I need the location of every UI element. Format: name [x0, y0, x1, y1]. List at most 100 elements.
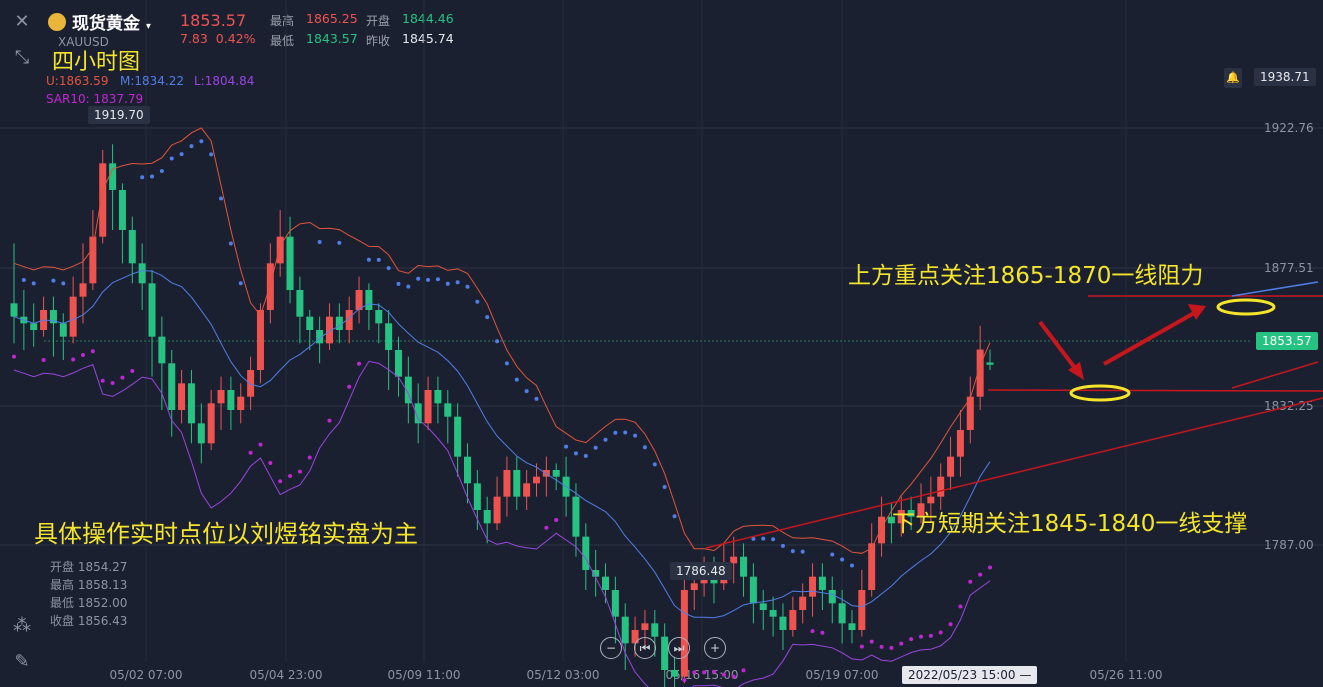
note-annotation: 具体操作实时点位以刘煜铭实盘为主 [34, 520, 418, 548]
candle-body [513, 470, 521, 497]
sar-dot [504, 361, 509, 366]
candle-body [335, 316, 343, 330]
candle-body [473, 483, 481, 510]
sar-dot [199, 139, 204, 144]
candle-body [276, 236, 284, 264]
candle-body [168, 363, 176, 410]
sar-dot [790, 549, 795, 554]
step-back-button[interactable]: ⏮ [634, 637, 656, 659]
sar-dot [396, 281, 401, 286]
candle-body [878, 516, 886, 544]
y-tick-label: 1922.76 [1264, 121, 1314, 135]
candle-body [523, 483, 531, 497]
sar-dot [347, 384, 352, 389]
sar-dot [31, 281, 36, 286]
sar-dot [189, 144, 194, 149]
candle-body [621, 616, 629, 644]
candle-body [769, 610, 777, 617]
candle-body [572, 496, 580, 537]
zoom-out-button[interactable]: − [600, 637, 622, 659]
sar-dot [21, 278, 26, 282]
candle-body [799, 596, 807, 610]
sar-dot [465, 284, 470, 289]
sar-dot [899, 641, 904, 646]
sar-dot [662, 485, 667, 490]
sar-dot [554, 518, 559, 522]
candle-body [533, 476, 541, 484]
support-line [987, 389, 1323, 392]
sar-dot [692, 670, 697, 675]
sar-dot [475, 299, 480, 304]
alert-bell-icon[interactable]: 🔔 [1224, 68, 1242, 88]
sar-dot [800, 549, 805, 554]
sar-dot [406, 284, 411, 289]
candle-body [286, 236, 294, 290]
up-arrow-head [1188, 304, 1206, 320]
sar-dot [307, 455, 312, 460]
sar-dot [869, 639, 874, 644]
candle-body [148, 283, 156, 337]
sar-dot [12, 354, 16, 359]
bb-upper-value: U:1863.59 [46, 74, 109, 88]
sar-dot [889, 645, 894, 650]
x-tick-label: 05/04 23:00 [250, 668, 323, 682]
sar-dot [51, 278, 56, 283]
sar-dot [130, 368, 135, 373]
sar-dot [958, 604, 963, 609]
bb-mid-value: M:1834.22 [120, 74, 185, 88]
candle-body [434, 390, 442, 404]
candle-body [454, 416, 462, 457]
sar-dot [928, 633, 933, 638]
candle-body [838, 603, 846, 624]
candle-body [828, 590, 836, 604]
up-arrow-shaft [1103, 310, 1197, 366]
sar-dot [849, 563, 854, 568]
sar-dot [711, 669, 716, 674]
candle-body [424, 390, 432, 424]
min-price-marker: 1786.48 [670, 562, 732, 580]
candle-body [187, 383, 195, 424]
sar-dot [761, 536, 766, 541]
candle-body [868, 543, 876, 590]
crosshair-time-text: 2022/05/23 15:00 [908, 668, 1016, 682]
candle-body [690, 583, 698, 590]
support-trend-line [1231, 361, 1319, 389]
sar-dot [357, 361, 362, 366]
sar-dot [623, 430, 628, 435]
candle-body [178, 383, 186, 410]
candle-body [552, 470, 560, 477]
sar-dot [61, 281, 66, 286]
zoom-in-button[interactable]: + [704, 637, 726, 659]
sar-dot [238, 281, 243, 286]
sar-dot [859, 644, 864, 649]
candle-body [956, 430, 964, 457]
down-arrow-shaft [1038, 320, 1080, 374]
sar-dot [288, 473, 293, 478]
sar-dot [603, 437, 608, 442]
candle-body [749, 576, 757, 604]
candle-body [848, 623, 856, 630]
candle-body [740, 556, 748, 577]
y-tick-label: 1787.00 [1264, 538, 1314, 552]
sar-dot [495, 339, 500, 344]
sar-dot [879, 644, 884, 649]
candle-body [651, 623, 659, 637]
candle-body [671, 670, 679, 677]
candle-body [661, 636, 669, 670]
price-chart[interactable]: 1922.761877.511832.251787.0005/02 07:000… [0, 0, 1323, 687]
candle-body [759, 603, 767, 610]
candle-body [611, 590, 619, 617]
sar-dot [583, 453, 588, 458]
candle-body [986, 362, 994, 365]
sar-dot [120, 375, 125, 380]
sar-dot [150, 174, 155, 179]
sar-dot [110, 381, 115, 386]
candle-body [118, 190, 126, 230]
top-price-tag: 1938.71 [1254, 68, 1316, 86]
sar-dot [268, 460, 273, 465]
step-forward-button[interactable]: ⏭ [668, 637, 690, 659]
sar-dot [741, 668, 746, 673]
sar-dot [820, 630, 825, 635]
candle-body [947, 456, 955, 477]
candle-body [937, 476, 945, 497]
